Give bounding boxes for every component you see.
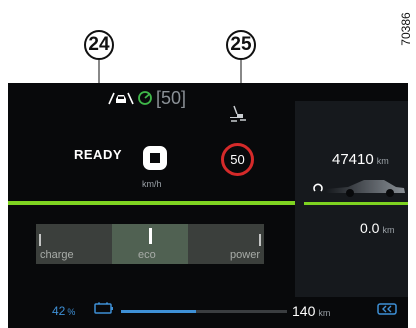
speed-unit: km/h — [142, 179, 162, 189]
lane-assist-icon — [228, 105, 248, 123]
range-unit: km — [318, 308, 331, 318]
set-speed: [50] — [156, 87, 187, 108]
range-bar — [121, 310, 287, 313]
trip-meter: 0.0 km — [360, 220, 394, 236]
range-readout: 140 km — [292, 303, 330, 319]
figure-reference-code: 70386 — [399, 12, 413, 46]
power-meter-label-eco: eco — [138, 249, 156, 261]
odometer: 47410 km — [332, 151, 389, 168]
trip-reset-icon — [312, 180, 324, 198]
status-bar-line — [8, 201, 295, 205]
battery-percent-symbol: % — [67, 307, 76, 317]
trip-unit: km — [382, 225, 395, 235]
odometer-value: 47410 — [332, 151, 374, 168]
ready-indicator: READY — [74, 147, 123, 162]
battery-percent-value: 42 — [52, 304, 66, 318]
instrument-cluster: [50] READY km/h 50 47410 km 0.0 km charg… — [8, 83, 408, 328]
power-meter: charge eco power — [36, 224, 264, 264]
range-bar-fill — [121, 310, 196, 313]
power-meter-charge-zone: charge — [36, 224, 112, 264]
power-meter-tick — [39, 234, 41, 246]
battery-icon — [94, 301, 114, 319]
power-meter-label-power: power — [230, 249, 260, 261]
power-meter-needle — [149, 228, 152, 244]
regen-braking-icon — [377, 302, 397, 320]
trip-separator — [304, 202, 408, 205]
power-meter-label-charge: charge — [40, 249, 74, 261]
car-silhouette-icon — [326, 176, 406, 203]
power-meter-power-zone: power — [188, 224, 264, 264]
driver-assist-active-icon — [137, 90, 153, 106]
adas-status: [50] — [108, 87, 187, 108]
range-value: 140 — [292, 303, 316, 319]
power-meter-tick — [259, 234, 261, 246]
battery-level: 42% — [52, 304, 75, 318]
trip-value: 0.0 — [360, 220, 380, 236]
odometer-unit: km — [376, 156, 389, 166]
speed-readout — [137, 140, 172, 176]
speed-limit-sign: 50 — [221, 143, 254, 176]
adaptive-cruise-car-icon — [108, 90, 134, 106]
